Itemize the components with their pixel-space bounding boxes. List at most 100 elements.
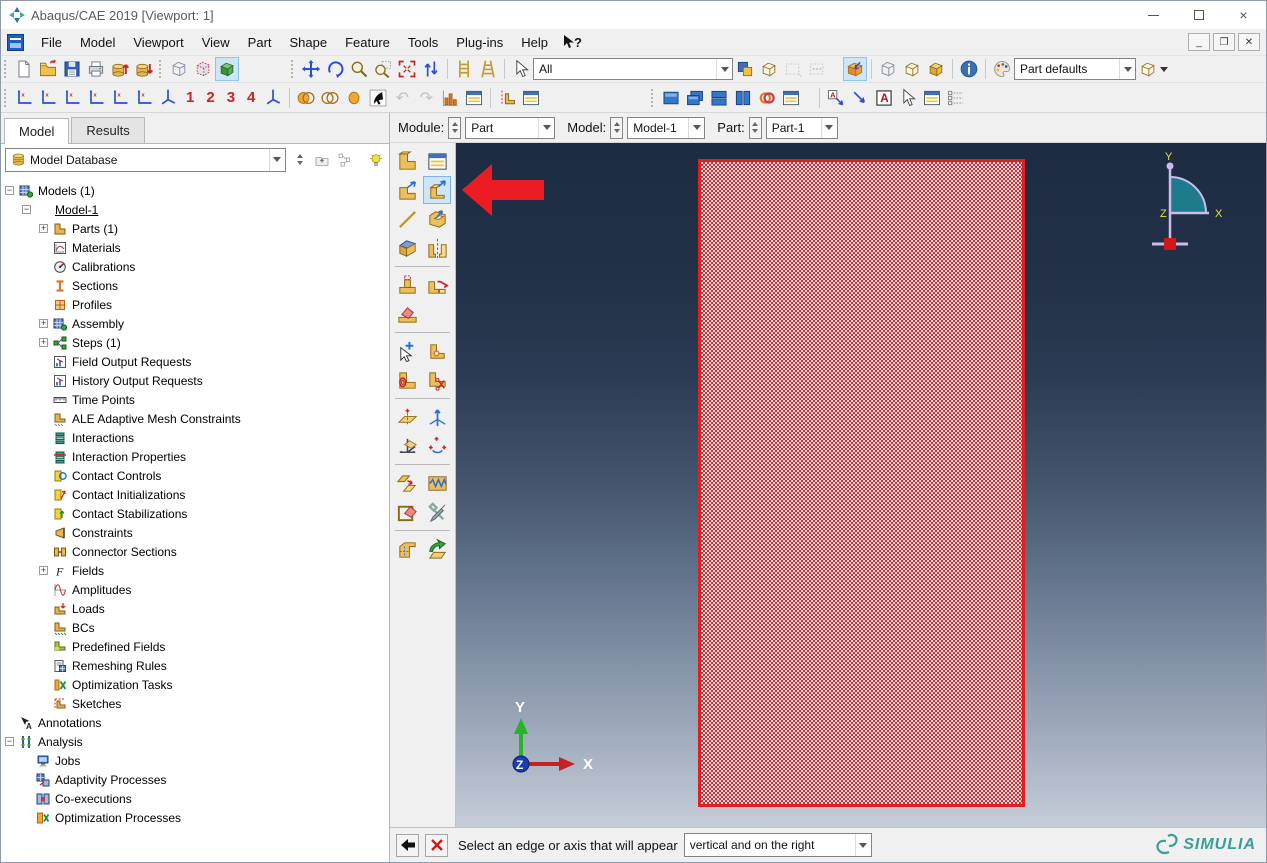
- toolbar-grip[interactable]: [4, 88, 9, 107]
- create-cell-button[interactable]: [393, 234, 421, 262]
- create-datum-point-button[interactable]: [423, 432, 451, 460]
- view-cut-button[interactable]: [843, 57, 867, 81]
- tree-item[interactable]: Field Output Requests: [1, 352, 389, 371]
- mdi-system-menu-icon[interactable]: [7, 33, 24, 51]
- annotation-options-button[interactable]: [944, 86, 968, 110]
- tree-item[interactable]: Predefined Fields: [1, 637, 389, 656]
- tips-lightbulb-icon[interactable]: [367, 151, 385, 169]
- tree-item[interactable]: Co-executions: [1, 789, 389, 808]
- create-datum-plane-button[interactable]: [393, 403, 421, 431]
- tree-item[interactable]: Interaction Properties: [1, 447, 389, 466]
- model-spinner[interactable]: [610, 116, 624, 139]
- tree-item[interactable]: Contact Initializations: [1, 485, 389, 504]
- chevron-down-icon[interactable]: [854, 834, 871, 856]
- expand-toggle-icon[interactable]: [39, 566, 48, 575]
- viewport-tile-vertical-button[interactable]: [731, 86, 755, 110]
- tree-item[interactable]: Sections: [1, 276, 389, 295]
- perspective-button[interactable]: [476, 57, 500, 81]
- tree-item[interactable]: Interactions: [1, 428, 389, 447]
- mdi-restore-button[interactable]: ❐: [1213, 33, 1235, 51]
- new-model-button[interactable]: [12, 57, 36, 81]
- link-nodes-icon[interactable]: [336, 151, 354, 169]
- create-datum-axis-button[interactable]: [423, 403, 451, 431]
- tree-item[interactable]: Optimization Tasks: [1, 675, 389, 694]
- expand-toggle-icon[interactable]: [5, 186, 14, 195]
- tree-item[interactable]: Materials: [1, 238, 389, 257]
- create-wire-button[interactable]: [393, 205, 421, 233]
- view-top-button[interactable]: [60, 86, 84, 110]
- query-info-button[interactable]: [957, 57, 981, 81]
- customize-toolbox-button[interactable]: [423, 498, 451, 526]
- add-feature-button[interactable]: [393, 271, 421, 299]
- display-group-wire-button[interactable]: [876, 57, 900, 81]
- datum-display-button[interactable]: [495, 86, 519, 110]
- cancel-procedure-button[interactable]: [425, 833, 448, 857]
- undo-button[interactable]: ↶: [390, 86, 414, 110]
- custom-view-button[interactable]: [261, 86, 285, 110]
- display-group-solid-button[interactable]: [924, 57, 948, 81]
- create-arrow-button[interactable]: [848, 86, 872, 110]
- menu-item[interactable]: File: [32, 31, 71, 54]
- object-toggle-button[interactable]: [733, 57, 757, 81]
- toolbar-grip[interactable]: [291, 60, 296, 78]
- part-combo[interactable]: Part-1: [765, 116, 838, 139]
- menu-item[interactable]: Model: [71, 31, 124, 54]
- view-iso-button[interactable]: [156, 86, 180, 110]
- create-solid-extrude-button[interactable]: [393, 176, 421, 204]
- trim-edge-button[interactable]: [423, 366, 451, 394]
- context-help-icon[interactable]: ?: [563, 35, 582, 50]
- tree-item[interactable]: Fields: [1, 561, 389, 580]
- magnify-view-button[interactable]: [347, 57, 371, 81]
- tree-item[interactable]: Remeshing Rules: [1, 656, 389, 675]
- close-button[interactable]: ×: [1221, 1, 1266, 29]
- tab-model[interactable]: Model: [4, 118, 70, 144]
- tree-item[interactable]: Models (1): [1, 181, 389, 200]
- tree-spinner[interactable]: [291, 151, 309, 169]
- toolbar-grip[interactable]: [651, 88, 656, 107]
- add-displayed-button[interactable]: [318, 86, 342, 110]
- view-bottom-button[interactable]: [84, 86, 108, 110]
- box-zoom-button[interactable]: [371, 57, 395, 81]
- edge-orientation-combo[interactable]: vertical and on the right: [683, 833, 872, 857]
- round-vertex-button[interactable]: [423, 337, 451, 365]
- tree-item[interactable]: Analysis: [1, 732, 389, 751]
- menu-item[interactable]: Part: [239, 31, 281, 54]
- geometry-convert-button[interactable]: [423, 535, 451, 563]
- part-display-button[interactable]: [757, 57, 781, 81]
- mirror-part-button[interactable]: [423, 234, 451, 262]
- create-text-button[interactable]: [872, 86, 896, 110]
- tree-item[interactable]: Contact Controls: [1, 466, 389, 485]
- edit-annotation-button[interactable]: [896, 86, 920, 110]
- menu-item[interactable]: Feature: [336, 31, 399, 54]
- datum-manager-button[interactable]: [519, 86, 543, 110]
- export-database-button[interactable]: [108, 57, 132, 81]
- highlighted-sketch-face[interactable]: [698, 159, 1025, 807]
- caret-down-icon[interactable]: [1160, 67, 1168, 76]
- menu-item[interactable]: Tools: [399, 31, 447, 54]
- create-mesh-part-button[interactable]: [393, 535, 421, 563]
- intersect-displayed-button[interactable]: [342, 86, 366, 110]
- create-cut-extrude-button[interactable]: [423, 205, 451, 233]
- save-button[interactable]: [60, 57, 84, 81]
- annotation-manager-button[interactable]: [920, 86, 944, 110]
- tree-item[interactable]: Connector Sections: [1, 542, 389, 561]
- print-button[interactable]: [84, 57, 108, 81]
- tree-item[interactable]: Time Points: [1, 390, 389, 409]
- render-wireframe-button[interactable]: [167, 57, 191, 81]
- expand-toggle-icon[interactable]: [39, 338, 48, 347]
- viewport-annotation-manager-button[interactable]: [779, 86, 803, 110]
- sketch-compass[interactable]: Y Z X: [1149, 149, 1244, 254]
- repair-geometry-button[interactable]: [393, 300, 421, 328]
- maximize-button[interactable]: [1176, 1, 1221, 29]
- tree-item[interactable]: Steps (1): [1, 333, 389, 352]
- part-spinner[interactable]: [748, 116, 762, 139]
- chevron-down-icon[interactable]: [716, 59, 732, 79]
- redo-button[interactable]: ↷: [414, 86, 438, 110]
- toolbar-grip[interactable]: [159, 60, 164, 78]
- tree-item[interactable]: Constraints: [1, 523, 389, 542]
- render-shaded-button[interactable]: [215, 57, 239, 81]
- menu-item[interactable]: Shape: [281, 31, 337, 54]
- pan-view-button[interactable]: [299, 57, 323, 81]
- rotate-view-button[interactable]: [323, 57, 347, 81]
- chevron-down-icon[interactable]: [538, 117, 555, 138]
